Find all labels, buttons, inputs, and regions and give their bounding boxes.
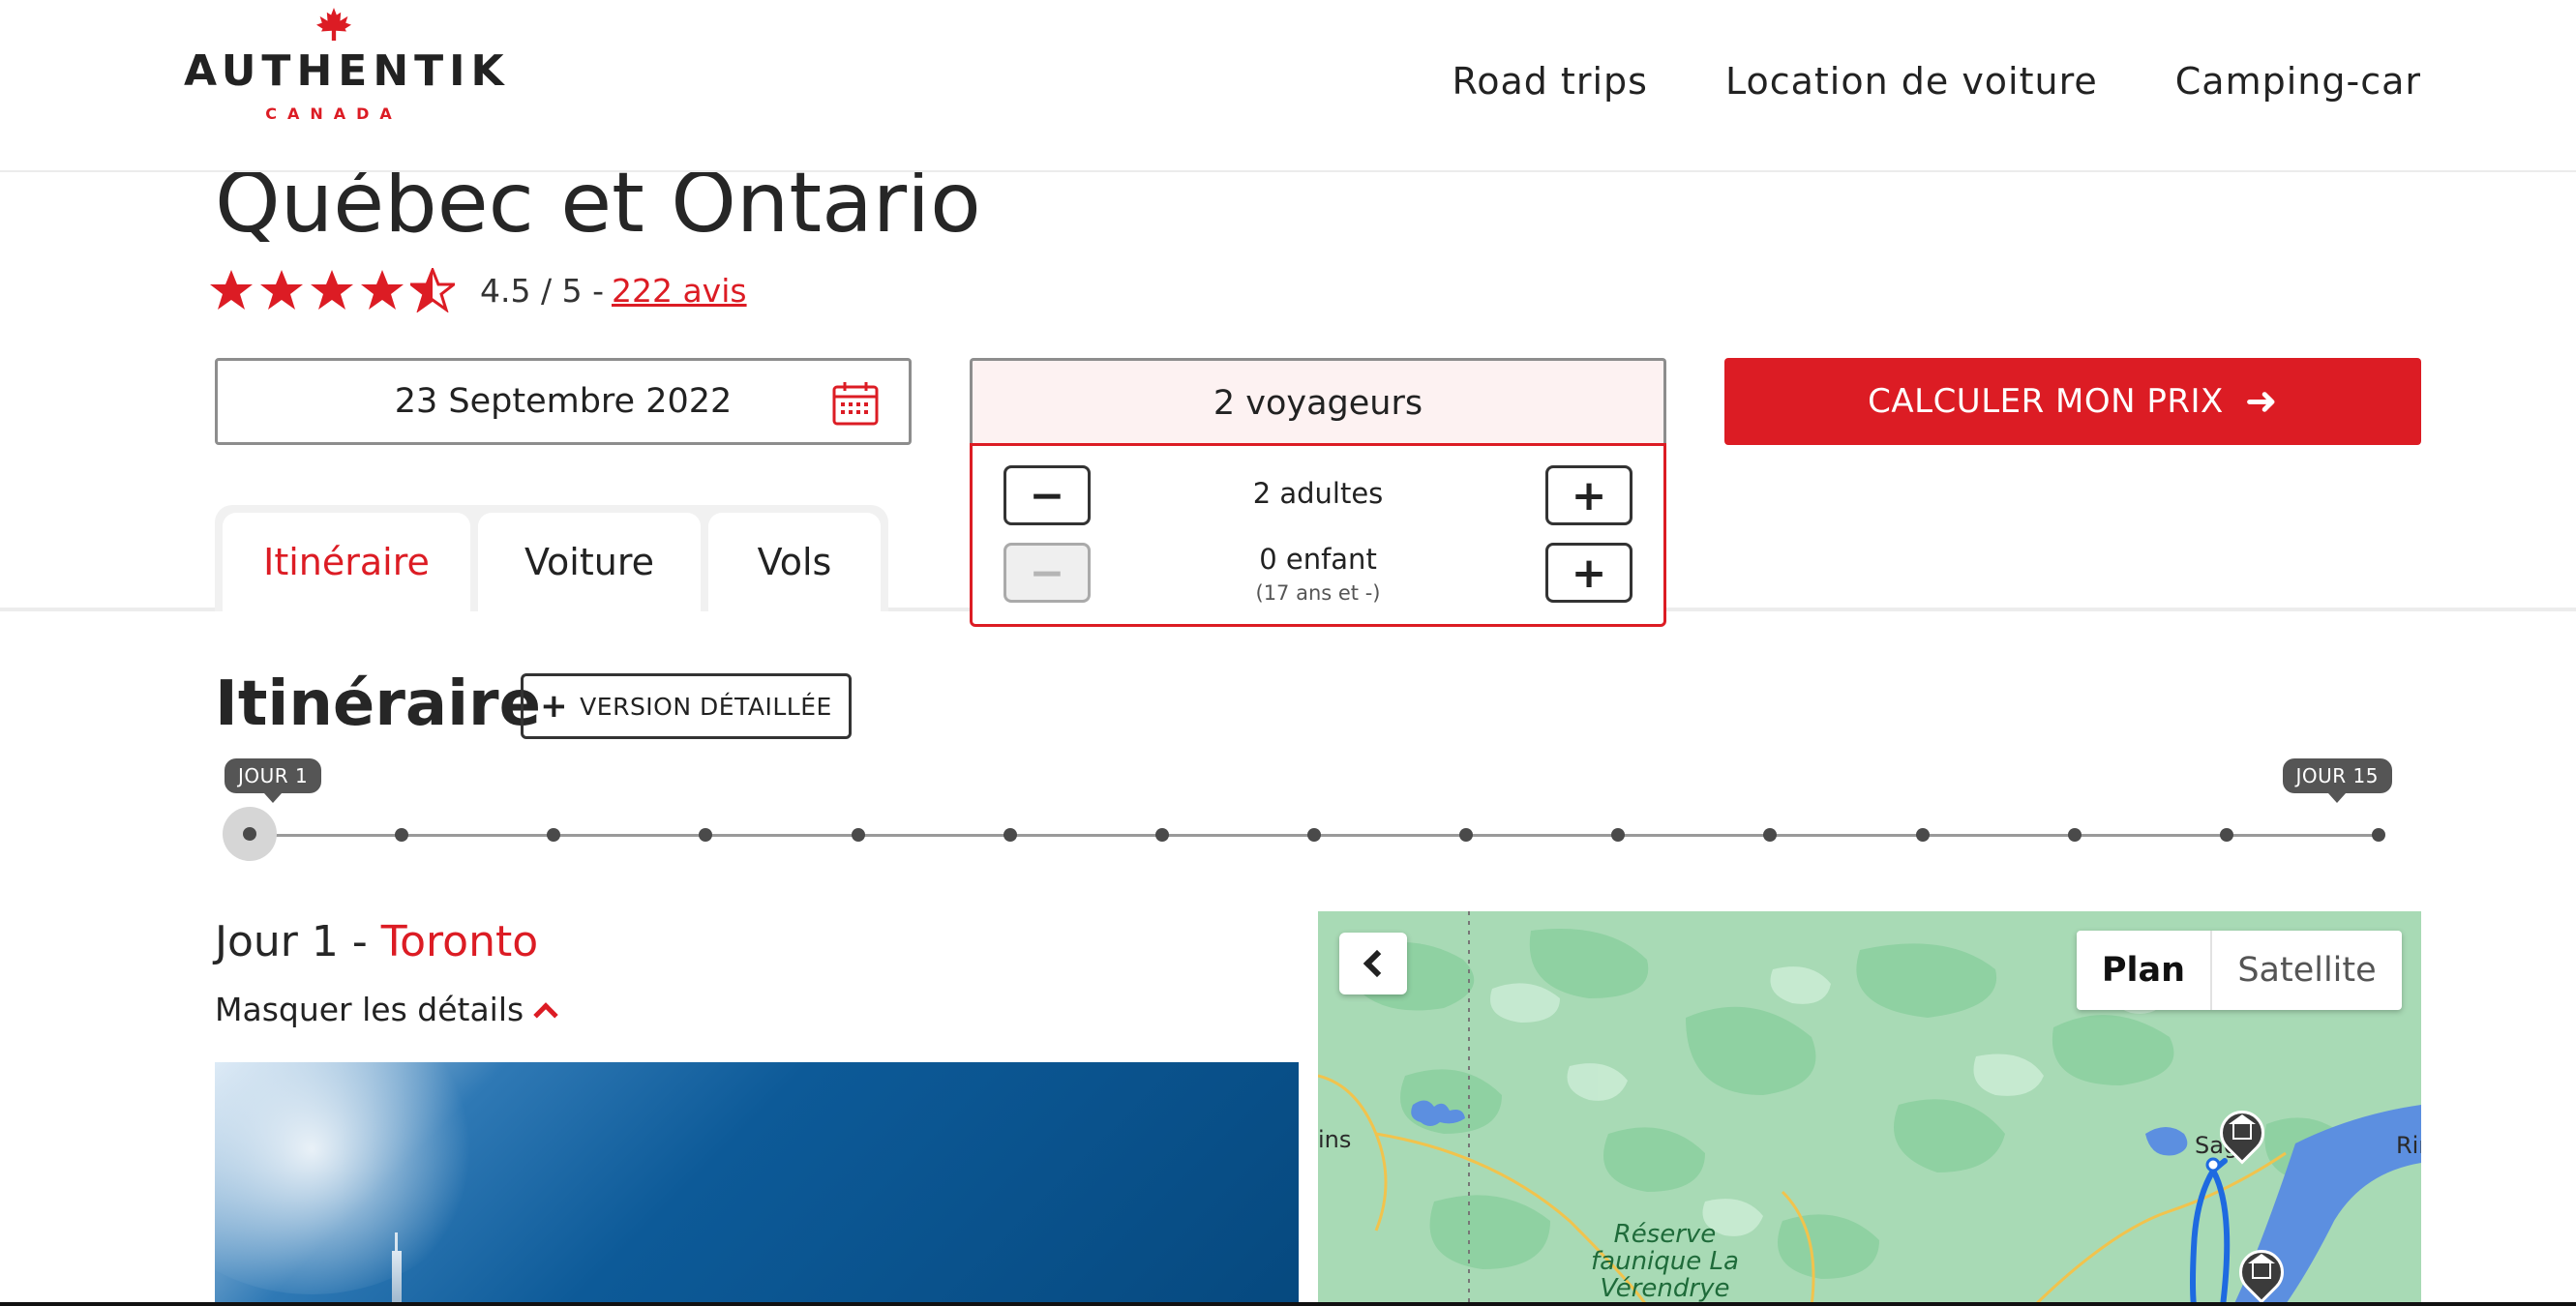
timeline-start-label: JOUR 1 (225, 758, 322, 803)
day-title: Jour 1 - Toronto (215, 913, 538, 971)
arrow-right-icon: ➜ (2244, 379, 2278, 424)
viewport-bottom-edge (0, 1302, 2576, 1306)
departure-date-field[interactable]: 23 Septembre 2022 (215, 358, 912, 445)
house-icon (2252, 1261, 2271, 1279)
travelers-panel: − 2 adultes + − 0 enfant (17 ans et -) + (970, 443, 1666, 627)
timeline-day-dot[interactable] (2372, 828, 2385, 842)
plus-icon: + (540, 687, 569, 726)
day-city: Toronto (380, 917, 539, 966)
day-prefix: Jour 1 - (215, 917, 381, 966)
travelers-selector[interactable]: 2 voyageurs (970, 358, 1666, 445)
adults-row: − 2 adultes + (973, 465, 1663, 533)
star-icon (410, 268, 455, 312)
timeline-day-dot[interactable] (851, 828, 865, 842)
page: AUTHENTIK CANADA Road trips Location de … (0, 0, 2576, 1306)
timeline-end-label: JOUR 15 (2282, 758, 2392, 803)
trip-tabs: Itinéraire Voiture Vols (215, 505, 888, 611)
map-type-plan[interactable]: Plan (2077, 931, 2212, 1010)
timeline-day-dot[interactable] (1459, 828, 1474, 842)
authentik-logo[interactable]: AUTHENTIK CANADA (184, 8, 510, 153)
reviews-link[interactable]: 222 avis (612, 272, 747, 310)
tab-itinerary[interactable]: Itinéraire (223, 513, 470, 611)
calendar-icon (832, 382, 879, 426)
main-nav: Road trips Location de voiture Camping-c… (1453, 60, 2422, 103)
nav-camping-car[interactable]: Camping-car (2175, 60, 2421, 103)
lodging-pin-icon[interactable] (2210, 1101, 2274, 1165)
timeline-day-dot[interactable] (547, 828, 561, 842)
star-icon (210, 270, 253, 310)
timeline-day-dot[interactable] (1154, 828, 1169, 842)
photo-sun-glow (215, 1062, 486, 1294)
timeline-day-dot[interactable] (1915, 828, 1930, 842)
map-label-left: ins (1318, 1126, 1352, 1153)
maple-leaf-icon (316, 8, 351, 41)
timeline-day-dot[interactable] (699, 828, 713, 842)
tab-car[interactable]: Voiture (478, 513, 701, 611)
timeline-day-dot[interactable] (1763, 828, 1778, 842)
map-type-control: Plan Satellite (2077, 931, 2402, 1010)
photo-cn-tower (392, 1251, 402, 1306)
itinerary-title: Itinéraire (215, 668, 541, 740)
trip-rating: 4.5 / 5 - 222 avis (209, 261, 747, 319)
star-icon (311, 270, 353, 310)
logo-country: CANADA (265, 104, 403, 123)
timeline-day-active[interactable] (223, 807, 277, 861)
lodging-pin-icon[interactable] (2230, 1240, 2293, 1304)
logo-brand: AUTHENTIK (184, 46, 510, 96)
rating-stars (209, 268, 455, 312)
map-label-right: Rin (2396, 1132, 2421, 1159)
children-row: − 0 enfant (17 ans et -) + (973, 543, 1663, 610)
star-icon (361, 270, 404, 310)
rating-score: 4.5 / 5 - (480, 271, 604, 310)
timeline-dot (243, 827, 256, 841)
timeline-day-dot[interactable] (1307, 828, 1321, 842)
travelers-value: 2 voyageurs (1213, 383, 1423, 423)
chevron-up-icon (533, 1001, 558, 1027)
map-type-satellite[interactable]: Satellite (2212, 931, 2402, 1010)
hide-details-label: Masquer les détails (215, 991, 524, 1028)
site-header: AUTHENTIK CANADA Road trips Location de … (0, 0, 2576, 172)
calculate-price-label: CALCULER MON PRIX (1868, 382, 2224, 421)
hide-details-toggle[interactable]: Masquer les détails (215, 991, 558, 1028)
adults-plus-button[interactable]: + (1545, 465, 1632, 525)
detailed-version-label: VERSION DÉTAILLÉE (580, 692, 832, 721)
timeline-day-dot[interactable] (1003, 828, 1017, 842)
timeline-day-dot[interactable] (2219, 828, 2233, 842)
detailed-version-button[interactable]: + VERSION DÉTAILLÉE (521, 673, 852, 739)
tab-flights[interactable]: Vols (708, 513, 881, 611)
map-collapse-button[interactable] (1339, 933, 1407, 994)
nav-road-trips[interactable]: Road trips (1453, 60, 1648, 103)
departure-date-value: 23 Septembre 2022 (394, 382, 733, 421)
timeline-day-dot[interactable] (1611, 828, 1626, 842)
house-icon (2232, 1122, 2252, 1140)
timeline-day-dot[interactable] (395, 828, 409, 842)
day-timeline: JOUR 1 JOUR 15 (223, 755, 2392, 871)
star-icon (260, 270, 303, 310)
route-map[interactable]: ins Réserve faunique La Vérendrye Sagu R… (1318, 911, 2421, 1306)
chevron-left-icon (1363, 949, 1392, 978)
calculate-price-button[interactable]: CALCULER MON PRIX ➜ (1724, 358, 2421, 445)
nav-car-rental[interactable]: Location de voiture (1725, 60, 2098, 103)
timeline-day-dot[interactable] (2067, 828, 2082, 842)
map-label-park: Réserve faunique La Vérendrye (1591, 1220, 1739, 1303)
children-plus-button[interactable]: + (1545, 543, 1632, 603)
day-photo (215, 1062, 1299, 1306)
